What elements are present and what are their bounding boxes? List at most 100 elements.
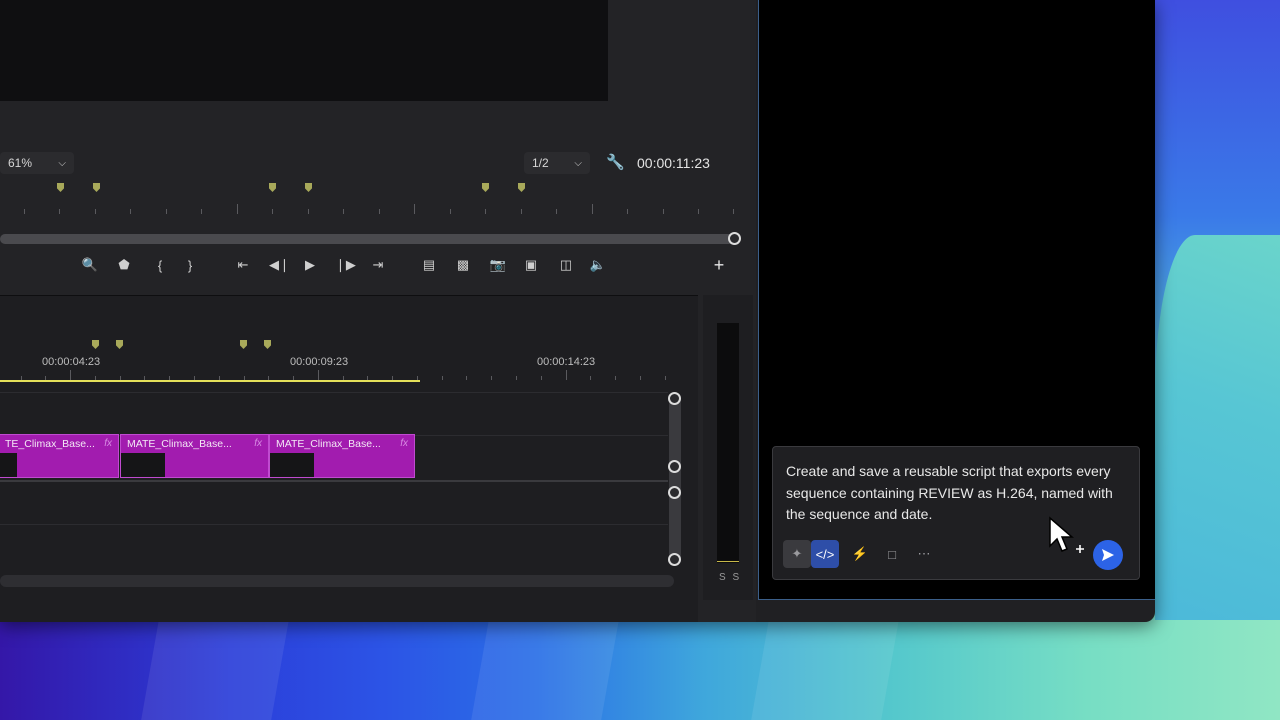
mark-out-icon[interactable]: }	[181, 254, 199, 276]
play-icon[interactable]: ▶	[301, 254, 319, 276]
lightning-icon[interactable]: ⚡	[846, 540, 874, 568]
app-window: 61% ⌵ 1/2 ⌵ 🔧 00:00:11:23 🔍 ⬟ {} ⇤ ◀❘ ▶…	[0, 0, 1155, 622]
send-button[interactable]	[1093, 540, 1123, 570]
extract-icon[interactable]: ▩	[454, 254, 472, 276]
scroll-handle[interactable]	[668, 460, 681, 473]
resolution-value: 1/2	[532, 156, 549, 170]
ruler-tick	[592, 204, 593, 214]
ruler-tick	[541, 376, 542, 380]
wrench-icon[interactable]: 🔧	[606, 153, 625, 171]
lift-icon[interactable]: ▤	[420, 254, 438, 276]
ruler-tick	[556, 209, 557, 214]
track-row[interactable]	[0, 392, 668, 436]
marker-icon[interactable]	[240, 340, 247, 349]
marker-icon[interactable]	[93, 183, 100, 192]
ruler-tick	[414, 204, 415, 214]
ruler-tick	[237, 204, 238, 214]
editor-area: 61% ⌵ 1/2 ⌵ 🔧 00:00:11:23 🔍 ⬟ {} ⇤ ◀❘ ▶…	[0, 0, 756, 622]
timeline-panel: 00:00:04:23 00:00:09:23 00:00:14:23 TE_C…	[0, 295, 698, 622]
ruler-time-label: 00:00:09:23	[290, 356, 349, 368]
send-icon	[1102, 549, 1114, 561]
track-row[interactable]	[0, 480, 668, 524]
meter-solo-labels[interactable]: S S	[719, 572, 741, 583]
marker-icon[interactable]	[482, 183, 489, 192]
ruler-tick	[733, 209, 734, 214]
ruler-tick	[665, 376, 666, 380]
ruler-tick	[466, 376, 467, 380]
vertical-scrollbar[interactable]	[669, 393, 681, 565]
monitor-ruler[interactable]	[0, 178, 740, 218]
ruler-tick	[663, 209, 664, 214]
ruler-tick	[201, 209, 202, 214]
sparkle-icon[interactable]: ✦	[783, 540, 811, 568]
zoom-fit-icon[interactable]: 🔍	[81, 254, 99, 276]
marker-icon[interactable]	[57, 183, 64, 192]
more-icon[interactable]: ⋯	[910, 540, 938, 568]
comparison-view-icon[interactable]: ▣	[522, 254, 540, 276]
ruler-tick	[627, 209, 628, 214]
step-back-icon[interactable]: ◀❘	[269, 254, 290, 276]
marker-icon[interactable]	[116, 340, 123, 349]
zoom-level-select[interactable]: 61% ⌵	[0, 152, 74, 174]
add-marker-icon[interactable]: ⬟	[115, 254, 133, 276]
ruler-tick	[442, 376, 443, 380]
chevron-down-icon: ⌵	[574, 157, 582, 169]
go-to-in-icon[interactable]: ⇤	[234, 254, 252, 276]
audio-meter	[717, 323, 739, 563]
meter-level-line	[717, 561, 739, 562]
bookmark-icon[interactable]: □	[878, 540, 906, 568]
marker-icon[interactable]	[264, 340, 271, 349]
step-forward-icon[interactable]: ❘▶	[335, 254, 356, 276]
scroll-handle[interactable]	[668, 486, 681, 499]
playhead-timecode[interactable]: 00:00:11:23	[637, 155, 710, 171]
assistant-panel: Create and save a reusable script that e…	[758, 0, 1155, 600]
ruler-tick	[615, 376, 616, 380]
ruler-tick	[272, 209, 273, 214]
playback-resolution-select[interactable]: 1/2 ⌵	[524, 152, 590, 174]
ruler-tick	[698, 209, 699, 214]
ruler-tick	[566, 370, 567, 380]
timeline-clip[interactable]: TE_Climax_Base... fx	[0, 434, 119, 478]
scrub-handle[interactable]	[728, 232, 741, 245]
marker-icon[interactable]	[269, 183, 276, 192]
marker-icon[interactable]	[518, 183, 525, 192]
work-area-bar[interactable]	[0, 380, 420, 382]
marker-icon[interactable]	[305, 183, 312, 192]
clip-label: TE_Climax_Base...	[5, 438, 95, 450]
ruler-tick	[590, 376, 591, 380]
horizontal-scrollbar[interactable]	[0, 575, 674, 587]
clip-label: MATE_Climax_Base...	[276, 438, 381, 450]
track-row[interactable]	[0, 524, 668, 568]
zoom-level-value: 61%	[8, 156, 33, 170]
ruler-tick	[70, 370, 71, 380]
monitor-scrub-bar[interactable]	[0, 234, 734, 244]
ruler-tick	[521, 209, 522, 214]
ruler-tick	[516, 376, 517, 380]
audio-meter-panel: S S	[703, 295, 753, 600]
fx-badge: fx	[400, 438, 408, 449]
ruler-tick	[640, 376, 641, 380]
go-to-out-icon[interactable]: ⇥	[369, 254, 387, 276]
timeline-clip[interactable]: MATE_Climax_Base... fx	[120, 434, 269, 478]
clip-label: MATE_Climax_Base...	[127, 438, 232, 450]
code-icon[interactable]: </>	[811, 540, 839, 568]
fx-badge: fx	[104, 438, 112, 449]
ruler-tick	[95, 209, 96, 214]
ruler-tick	[491, 376, 492, 380]
volume-icon[interactable]: 🔈	[589, 254, 607, 276]
ruler-tick	[24, 209, 25, 214]
ruler-time-label: 00:00:04:23	[42, 356, 101, 368]
camera-icon[interactable]: 📷	[489, 254, 507, 276]
wallpaper-bottom	[0, 620, 1280, 720]
proxy-toggle-icon[interactable]: ◫	[557, 254, 575, 276]
scroll-handle[interactable]	[668, 392, 681, 405]
timeline-clip[interactable]: MATE_Climax_Base... fx	[269, 434, 415, 478]
wallpaper-stripe	[141, 620, 289, 720]
ruler-tick	[166, 209, 167, 214]
clip-thumbnail	[0, 453, 17, 477]
add-button-icon[interactable]: +	[710, 254, 728, 276]
marker-icon[interactable]	[92, 340, 99, 349]
mark-in-icon[interactable]: {	[151, 254, 169, 276]
scroll-handle[interactable]	[668, 553, 681, 566]
wallpaper-stripe	[471, 620, 619, 720]
